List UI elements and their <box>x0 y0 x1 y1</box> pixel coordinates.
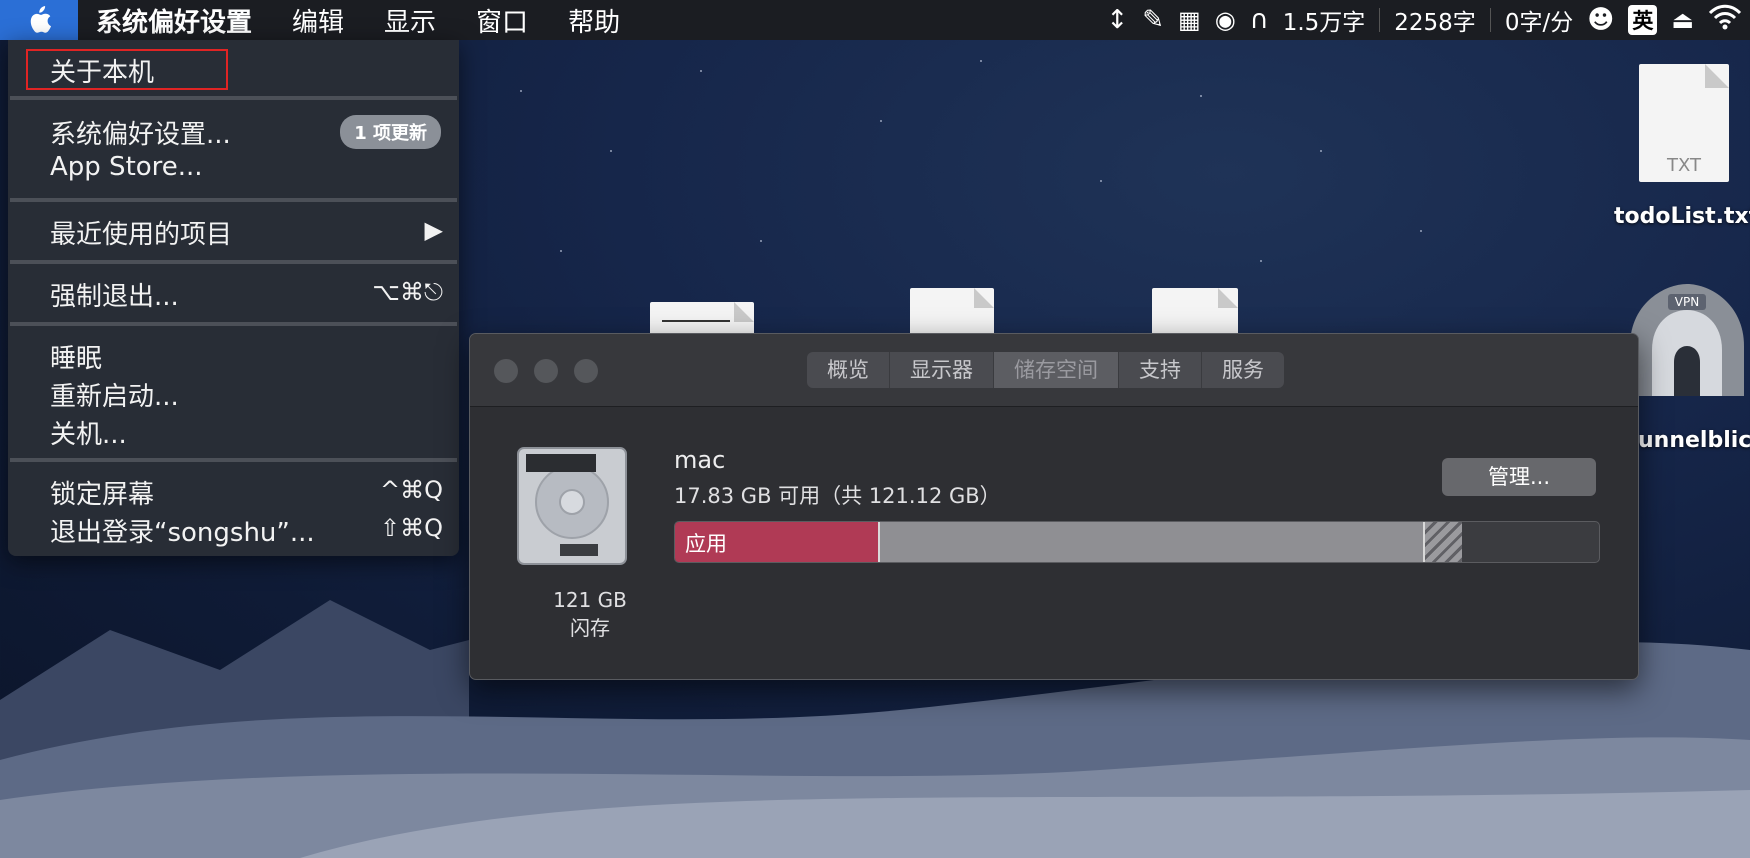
input-method-indicator[interactable]: 英 <box>1628 5 1658 35</box>
word-count-today[interactable]: 2258字 <box>1394 3 1476 37</box>
menu-item-lock-screen[interactable]: 锁定屏幕 <box>50 474 154 511</box>
about-this-mac-window: 概览 显示器 储存空间 支持 服务 mac 17.83 GB 可用（共 121.… <box>469 333 1639 680</box>
todolist-file-name[interactable]: todoList.txt <box>1614 204 1750 229</box>
force-quit-shortcut: ⌥⌘⎋ <box>372 278 443 306</box>
update-badge: 1 项更新 <box>340 115 441 149</box>
tunnel-status-icon[interactable]: ∩ <box>1250 5 1269 35</box>
disk-size: 121 GB <box>553 588 627 612</box>
desktop-file-icon[interactable] <box>1152 288 1238 338</box>
tab-overview[interactable]: 概览 <box>807 352 890 388</box>
manage-button[interactable]: 管理... <box>1442 458 1596 496</box>
zoom-button[interactable] <box>574 359 598 383</box>
menu-view[interactable]: 显示 <box>384 2 436 39</box>
logout-shortcut: ⇧⌘Q <box>380 514 443 542</box>
tab-service[interactable]: 服务 <box>1202 352 1284 388</box>
menu-item-restart[interactable]: 重新启动... <box>50 376 179 413</box>
wifi-icon[interactable] <box>1708 4 1742 36</box>
menu-item-recent-items[interactable]: 最近使用的项目 <box>50 214 232 251</box>
disk-type: 闪存 <box>570 616 610 640</box>
file-type-label: TXT <box>1666 155 1701 176</box>
paint-icon[interactable]: ✎ <box>1142 5 1164 35</box>
menu-window[interactable]: 窗口 <box>476 2 528 39</box>
menu-bar: 系统偏好设置 编辑 显示 窗口 帮助 ↕ ✎ ▦ ◉ ∩ 1.5万字 2258字… <box>0 0 1750 40</box>
close-button[interactable] <box>494 359 518 383</box>
storage-segment-other[interactable] <box>878 522 1425 562</box>
tunnelblick-app-icon[interactable]: VPN <box>1624 284 1750 396</box>
tab-displays[interactable]: 显示器 <box>890 352 994 388</box>
typing-rate[interactable]: 0字/分 <box>1505 3 1573 37</box>
tab-bar: 概览 显示器 储存空间 支持 服务 <box>807 352 1284 388</box>
menu-separator <box>10 260 457 264</box>
menu-item-app-store[interactable]: App Store... <box>50 152 203 182</box>
tab-support[interactable]: 支持 <box>1119 352 1202 388</box>
menu-item-sleep[interactable]: 睡眠 <box>50 338 102 375</box>
apple-menu-button[interactable] <box>0 0 78 40</box>
menu-separator <box>10 198 457 202</box>
divider <box>1379 8 1381 32</box>
window-titlebar[interactable]: 概览 显示器 储存空间 支持 服务 <box>470 334 1638 407</box>
menu-item-system-preferences[interactable]: 系统偏好设置... <box>50 114 231 151</box>
volume-name: mac <box>674 446 726 474</box>
tunnelblick-label[interactable]: unnelblick <box>1638 428 1750 453</box>
word-count-total[interactable]: 1.5万字 <box>1283 3 1366 37</box>
tab-storage[interactable]: 储存空间 <box>994 352 1119 388</box>
hard-drive-icon <box>517 447 627 565</box>
airplay-icon[interactable]: ⏏ <box>1671 6 1694 34</box>
submenu-arrow-icon: ▶ <box>424 216 443 244</box>
check-circle-icon[interactable]: ◉ <box>1215 6 1236 34</box>
menu-separator <box>10 96 457 100</box>
menu-separator <box>10 322 457 326</box>
menu-separator <box>10 458 457 462</box>
menu-app-name[interactable]: 系统偏好设置 <box>96 2 252 39</box>
layout-icon[interactable]: ▦ <box>1178 6 1201 34</box>
vertical-arrows-icon[interactable]: ↕ <box>1106 5 1128 35</box>
volume-info: 17.83 GB 可用（共 121.12 GB） <box>674 484 1001 508</box>
storage-bar: 应用 <box>674 521 1600 563</box>
todolist-file-icon[interactable]: TXT <box>1639 64 1729 182</box>
apple-icon <box>30 6 51 33</box>
menu-item-logout[interactable]: 退出登录“songshu”... <box>50 512 315 549</box>
storage-segment-purgeable[interactable] <box>1423 522 1462 562</box>
divider <box>1489 8 1491 32</box>
status-area: ↕ ✎ ▦ ◉ ∩ 1.5万字 2258字 0字/分 ☻ 英 ⏏ <box>1106 0 1742 40</box>
storage-segment-apps[interactable]: 应用 <box>675 522 878 562</box>
apple-menu-dropdown: 关于本机 系统偏好设置... 1 项更新 App Store... 最近使用的项… <box>8 40 459 556</box>
menu-help[interactable]: 帮助 <box>568 2 620 39</box>
vpn-label: VPN <box>1674 295 1700 309</box>
storage-segment-label: 应用 <box>685 532 727 556</box>
desktop-file-icon[interactable] <box>910 288 994 338</box>
menu-item-about-this-mac[interactable]: 关于本机 <box>50 52 154 89</box>
lock-screen-shortcut: ^⌘Q <box>380 476 443 504</box>
menu-item-force-quit[interactable]: 强制退出... <box>50 276 179 313</box>
smiley-icon[interactable]: ☻ <box>1587 5 1614 35</box>
menu-edit[interactable]: 编辑 <box>292 2 344 39</box>
minimize-button[interactable] <box>534 359 558 383</box>
menu-item-shutdown[interactable]: 关机... <box>50 414 127 451</box>
disk-size-label: 121 GB 闪存 <box>520 586 660 642</box>
